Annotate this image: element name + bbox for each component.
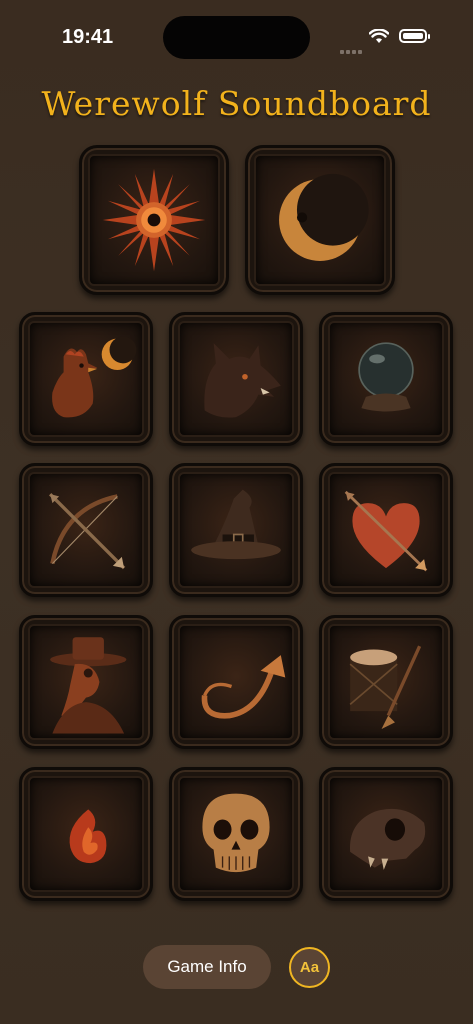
sound-tile-horn[interactable]	[169, 615, 303, 749]
soundboard-screen: 19:41 Werewolf Soundboard Game Info Aa	[0, 0, 473, 1024]
sound-tile-bow[interactable]	[19, 463, 153, 597]
game-info-button[interactable]: Game Info	[143, 945, 271, 989]
sound-tile-crystal-ball[interactable]	[319, 312, 453, 446]
wifi-icon	[368, 28, 390, 48]
app-title: Werewolf Soundboard	[41, 84, 432, 123]
sound-tile-sun[interactable]	[79, 145, 229, 295]
cellular-signal-icon	[340, 39, 364, 58]
dynamic-island	[163, 16, 310, 59]
status-time: 19:41	[62, 26, 114, 48]
sound-tile-moon[interactable]	[245, 145, 395, 295]
sound-tile-werewolf[interactable]	[169, 312, 303, 446]
sound-tile-flame[interactable]	[19, 767, 153, 901]
sound-tile-animal-skull[interactable]	[319, 767, 453, 901]
sound-tile-witch-hat[interactable]	[169, 463, 303, 597]
sound-tile-rooster[interactable]	[19, 312, 153, 446]
status-bar: 19:41	[0, 0, 473, 70]
battery-icon	[399, 29, 430, 43]
sound-tile-drum-spear[interactable]	[319, 615, 453, 749]
sound-tile-heart[interactable]	[319, 463, 453, 597]
sound-tile-skull[interactable]	[169, 767, 303, 901]
font-toggle-button[interactable]: Aa	[289, 947, 330, 988]
sound-tile-plague-doctor[interactable]	[19, 615, 153, 749]
